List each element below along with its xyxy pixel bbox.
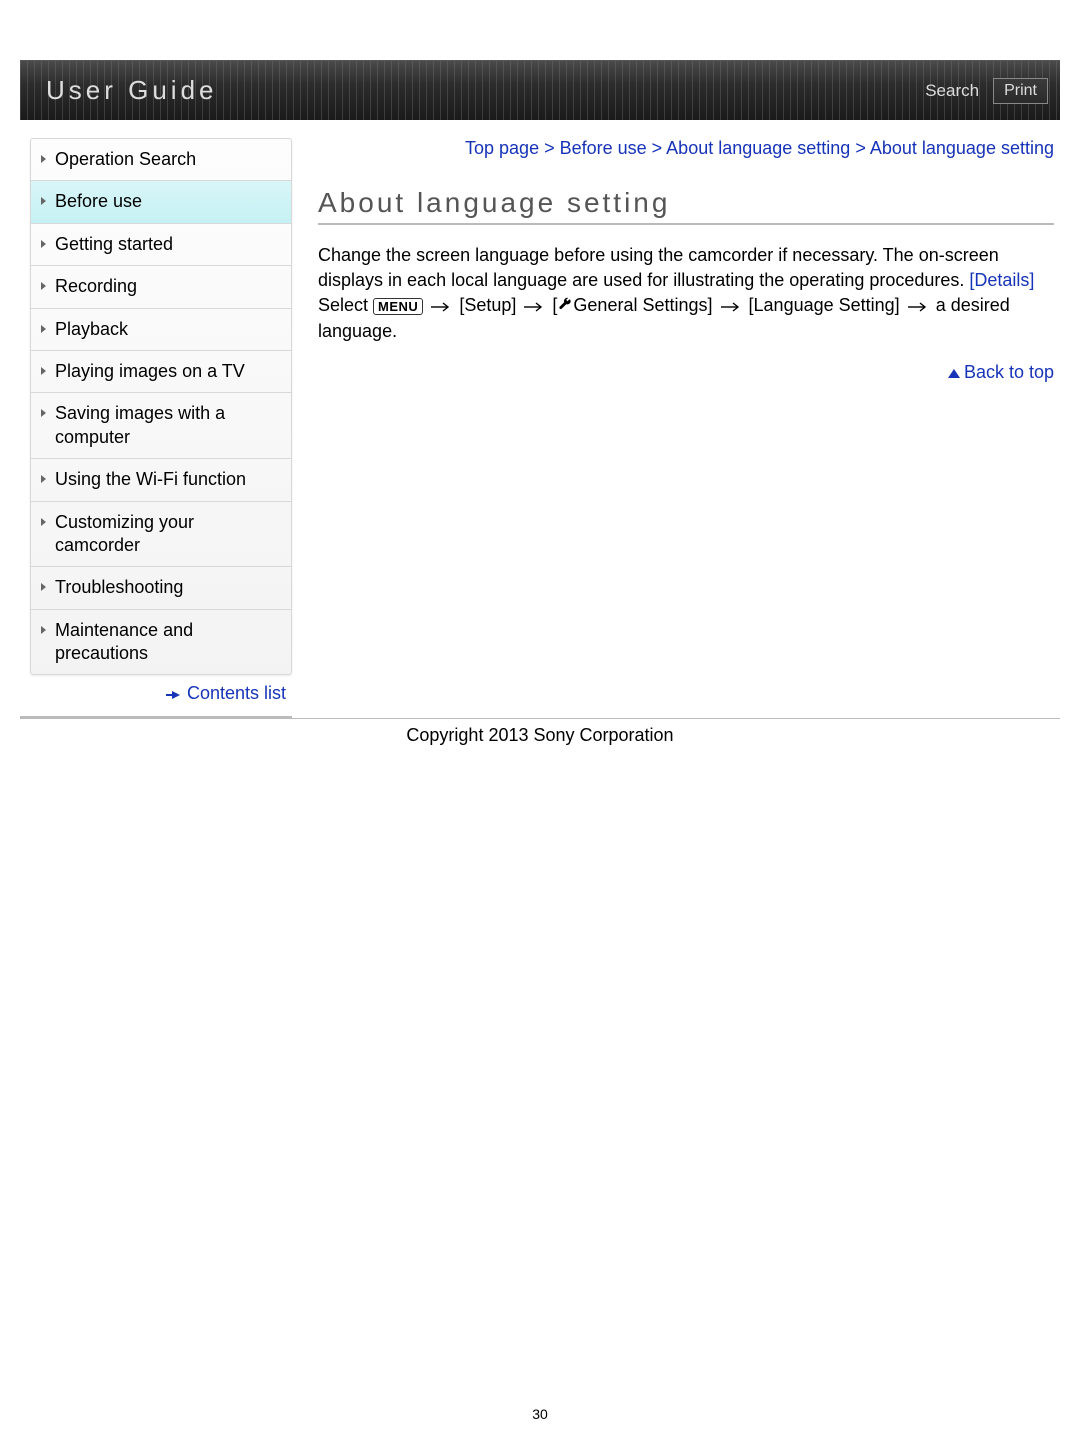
- arrow-right-icon: [523, 301, 545, 313]
- sidebar-item[interactable]: Using the Wi-Fi function: [31, 459, 291, 501]
- print-button[interactable]: Print: [993, 78, 1048, 104]
- select-word: Select: [318, 295, 373, 315]
- main-content: Top page > Before use > About language s…: [292, 138, 1060, 383]
- step-language: [Language Setting]: [749, 295, 905, 315]
- arrow-right-icon: [720, 301, 742, 313]
- app-title: User Guide: [46, 75, 218, 106]
- search-link[interactable]: Search: [925, 81, 979, 101]
- back-to-top-link[interactable]: Back to top: [964, 362, 1054, 382]
- step-general: General Settings]: [573, 295, 717, 315]
- arrow-right-icon: [907, 301, 929, 313]
- arrow-right-icon: [172, 691, 180, 699]
- sidebar-item[interactable]: Before use: [31, 181, 291, 223]
- contents-list-link[interactable]: Contents list: [187, 683, 286, 703]
- arrow-right-icon: [430, 301, 452, 313]
- copyright-text: Copyright 2013 Sony Corporation: [20, 719, 1060, 746]
- sidebar-nav: Operation SearchBefore useGetting starte…: [30, 138, 292, 675]
- sidebar-item[interactable]: Getting started: [31, 224, 291, 266]
- details-link[interactable]: [Details]: [969, 270, 1034, 290]
- sidebar-item[interactable]: Recording: [31, 266, 291, 308]
- sidebar-item[interactable]: Customizing your camcorder: [31, 502, 291, 568]
- page-number: 30: [20, 1406, 1060, 1442]
- sidebar-item[interactable]: Operation Search: [31, 139, 291, 181]
- page-header: User Guide Search Print: [20, 60, 1060, 120]
- menu-icon: MENU: [373, 298, 423, 316]
- sidebar-item[interactable]: Troubleshooting: [31, 567, 291, 609]
- triangle-up-icon: [948, 369, 960, 378]
- page-title: About language setting: [318, 187, 1054, 225]
- sidebar-item[interactable]: Playback: [31, 309, 291, 351]
- wrench-icon: [557, 294, 573, 319]
- breadcrumb[interactable]: Top page > Before use > About language s…: [318, 138, 1054, 159]
- body-paragraph: Change the screen language before using …: [318, 243, 1054, 344]
- body-text-1: Change the screen language before using …: [318, 245, 999, 290]
- sidebar-item[interactable]: Saving images with a computer: [31, 393, 291, 459]
- sidebar-item[interactable]: Playing images on a TV: [31, 351, 291, 393]
- sidebar-item[interactable]: Maintenance and precautions: [31, 610, 291, 675]
- step-setup: [Setup]: [459, 295, 521, 315]
- contents-list-row: Contents list: [20, 675, 292, 718]
